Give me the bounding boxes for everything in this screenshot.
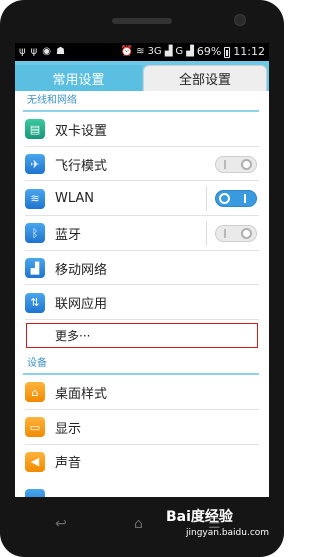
display-icon: ▭ <box>25 417 45 438</box>
status-bar: ψ ψ ◉ ☗ ⏰ ≋ 3G ▟ G ▟ 69% 11:12 <box>15 43 269 61</box>
divider <box>206 186 207 212</box>
more-label: 更多··· <box>55 329 91 344</box>
bluetooth-toggle[interactable] <box>215 225 257 243</box>
list-item-label: 显示 <box>55 421 82 437</box>
airplane-mode-toggle[interactable] <box>215 155 257 173</box>
list-item-label: 联网应用 <box>55 297 108 313</box>
clock: 11:12 <box>233 45 265 58</box>
list-item-label: WLAN <box>55 191 95 207</box>
usb-icon: ψ <box>19 46 26 57</box>
list-item-label: 飞行模式 <box>55 158 108 174</box>
data-apps-icon: ⇅ <box>25 292 45 313</box>
nav-bar: ↩ ⌂ ☰ <box>0 500 284 550</box>
watermark-url: jingyan.baidu.com <box>186 528 270 538</box>
signal-bars-2-icon: ▟ <box>186 46 194 57</box>
app-notification-icon: ◉ <box>42 46 51 57</box>
battery-icon <box>224 46 231 58</box>
list-item-wlan[interactable]: ≋ WLAN <box>15 181 269 216</box>
settings-list: 无线和网络 ▤ 双卡设置 ✈ 飞行模式 ≋ WLAN ᛒ 蓝牙 ▟ 移动网络 ⇅… <box>15 91 269 497</box>
partial-list-item-icon <box>25 489 45 497</box>
battery-percent: 69% <box>196 45 222 58</box>
usb-debug-icon: ψ <box>30 46 38 57</box>
section-header-wireless: 无线和网络 <box>15 91 269 112</box>
list-item-mobile-network[interactable]: ▟ 移动网络 <box>15 251 269 286</box>
wifi-status-icon: ≋ <box>136 46 145 57</box>
airplane-icon: ✈ <box>25 154 45 175</box>
divider <box>206 221 207 247</box>
dual-sim-icon: ▤ <box>25 119 45 140</box>
list-item-display[interactable]: ▭ 显示 <box>15 410 269 445</box>
list-item-bluetooth[interactable]: ᛒ 蓝牙 <box>15 216 269 251</box>
list-item-dual-sim[interactable]: ▤ 双卡设置 <box>15 112 269 147</box>
signal-3g-label: 3G <box>147 46 162 57</box>
home-icon[interactable]: ⌂ <box>134 516 143 532</box>
list-item-airplane-mode[interactable]: ✈ 飞行模式 <box>15 147 269 182</box>
tab-all-settings[interactable]: 全部设置 <box>143 65 267 91</box>
list-item-label: 双卡设置 <box>55 123 108 139</box>
home-style-icon: ⌂ <box>25 382 45 403</box>
bluetooth-icon: ᛒ <box>25 223 45 244</box>
watermark-brand: Bai度经验 <box>166 509 233 525</box>
list-item-home-style[interactable]: ⌂ 桌面样式 <box>15 375 269 410</box>
phone-frame: ψ ψ ◉ ☗ ⏰ ≋ 3G ▟ G ▟ 69% 11:12 常用设置 全部设置… <box>0 0 284 557</box>
screen: ψ ψ ◉ ☗ ⏰ ≋ 3G ▟ G ▟ 69% 11:12 常用设置 全部设置… <box>15 43 269 497</box>
tab-bar: 常用设置 全部设置 <box>15 61 269 91</box>
sound-icon: ◀ <box>25 451 45 472</box>
front-camera <box>234 14 246 26</box>
wlan-toggle[interactable] <box>215 190 257 208</box>
android-icon: ☗ <box>55 46 65 57</box>
list-item-label: 桌面样式 <box>55 386 108 402</box>
list-item-label: 移动网络 <box>55 262 108 278</box>
signal-bars-icon: ▟ <box>164 46 173 57</box>
list-item-data-apps[interactable]: ⇅ 联网应用 <box>15 285 269 320</box>
signal-g-label: G <box>175 46 184 57</box>
tab-common-settings[interactable]: 常用设置 <box>15 65 142 91</box>
list-item-label: 蓝牙 <box>55 227 82 243</box>
list-item-sound[interactable]: ◀ 声音 <box>15 445 269 480</box>
list-item-more[interactable]: 更多··· <box>15 320 269 354</box>
speaker <box>112 18 172 24</box>
signal-icon: ▟ <box>25 258 45 279</box>
section-header-device: 设备 <box>15 354 269 376</box>
list-item-label: 声音 <box>55 456 82 472</box>
wifi-icon: ≋ <box>25 188 45 209</box>
back-icon[interactable]: ↩ <box>55 516 67 532</box>
alarm-icon: ⏰ <box>120 46 134 57</box>
